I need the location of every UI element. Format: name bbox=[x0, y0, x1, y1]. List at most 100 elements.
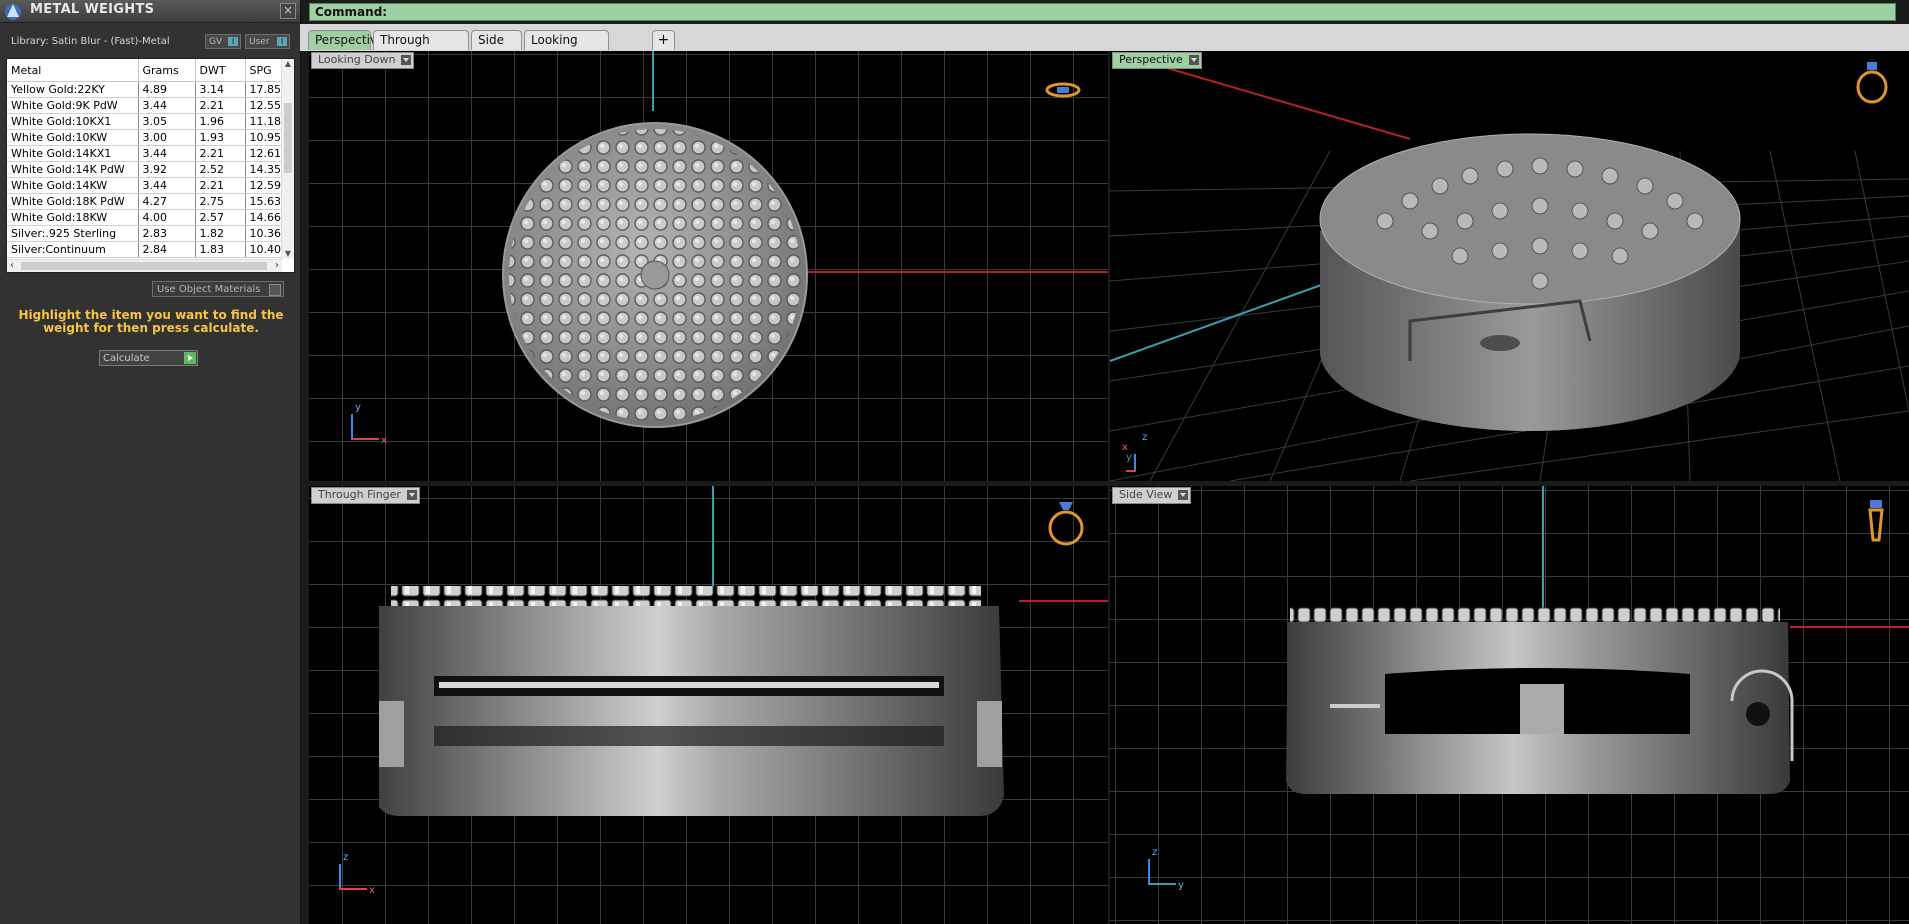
axis-triad-xy: yx bbox=[347, 402, 397, 446]
table-row[interactable]: Yellow Gold:22KY 4.89 3.14 17.85 bbox=[7, 81, 284, 98]
table-cell: White Gold:14K PdW bbox=[7, 161, 139, 178]
viewport-label-through-finger[interactable]: Through Finger bbox=[311, 487, 420, 504]
gv-label: GV bbox=[209, 37, 223, 47]
table-cell: 10.40 bbox=[245, 241, 284, 258]
chevron-down-icon[interactable] bbox=[406, 490, 417, 500]
table-cell: 3.44 bbox=[138, 145, 196, 162]
ring-orientation-icon bbox=[1048, 502, 1084, 546]
chevron-down-icon[interactable] bbox=[401, 55, 412, 65]
axis-triad-xz: zx bbox=[335, 852, 385, 896]
ring-front-view bbox=[379, 586, 1004, 816]
viewport-label-perspective[interactable]: Perspective bbox=[1112, 52, 1202, 69]
table-row[interactable]: White Gold:18KW 4.00 2.57 14.66 bbox=[7, 209, 284, 226]
table-cell: 3.05 bbox=[138, 113, 196, 130]
table-cell: 1.83 bbox=[195, 241, 246, 258]
scroll-thumb[interactable] bbox=[284, 103, 292, 173]
use-object-materials-label: Use Object Materials bbox=[157, 284, 261, 295]
column-header-grams[interactable]: Grams bbox=[138, 59, 196, 82]
viewport-label-side-view[interactable]: Side View bbox=[1112, 487, 1192, 504]
gv-indicator: I bbox=[228, 37, 238, 46]
column-header-spg[interactable]: SPG bbox=[245, 59, 284, 82]
viewport-looking-down[interactable]: yx Looking Down bbox=[309, 51, 1108, 481]
user-indicator: I bbox=[277, 37, 287, 46]
table-header-row: Metal Grams DWT SPG bbox=[7, 59, 284, 82]
table-cell: Yellow Gold:22KY bbox=[7, 81, 139, 98]
viewport-through-finger[interactable]: zx Through Finger bbox=[309, 486, 1108, 924]
viewport-label-text: Through Finger bbox=[318, 488, 401, 501]
hint-text: Highlight the item you want to find the … bbox=[18, 308, 284, 335]
column-header-dwt[interactable]: DWT bbox=[195, 59, 246, 82]
scroll-left-icon[interactable]: ‹ bbox=[7, 260, 17, 272]
scroll-up-icon[interactable]: ▲ bbox=[283, 59, 293, 69]
user-label: User bbox=[249, 37, 270, 47]
checkbox-icon[interactable] bbox=[269, 284, 281, 296]
table-cell: 2.21 bbox=[195, 97, 246, 114]
table-cell: White Gold:14KX1 bbox=[7, 145, 139, 162]
table-cell: 3.14 bbox=[195, 81, 246, 98]
table-cell: White Gold:10KW bbox=[7, 129, 139, 146]
table-cell: 4.27 bbox=[138, 193, 196, 210]
table-cell: White Gold:14KW bbox=[7, 177, 139, 194]
gv-toggle-button[interactable]: GV I bbox=[205, 34, 241, 49]
table-cell: 1.82 bbox=[195, 225, 246, 242]
axis-triad-yz: zy bbox=[1144, 847, 1204, 891]
calculate-button[interactable]: Calculate bbox=[99, 350, 198, 366]
tab-looking-down[interactable]: Looking Down bbox=[524, 30, 609, 66]
column-header-metal[interactable]: Metal bbox=[7, 59, 139, 82]
table-cell: 3.92 bbox=[138, 161, 196, 178]
viewport-side-view[interactable]: zy Side View bbox=[1110, 486, 1909, 924]
viewport-perspective[interactable]: z x y Perspective bbox=[1110, 51, 1909, 481]
table-row[interactable]: White Gold:9K PdW 3.44 2.21 12.55 bbox=[7, 97, 284, 114]
table-cell: White Gold:18KW bbox=[7, 209, 139, 226]
z-axis-line bbox=[712, 486, 714, 586]
table-cell: 15.63 bbox=[245, 193, 284, 210]
panel-title: METAL WEIGHTS bbox=[30, 2, 155, 17]
use-object-materials-checkbox[interactable]: Use Object Materials bbox=[152, 281, 284, 297]
table-cell: 1.96 bbox=[195, 113, 246, 130]
scroll-right-icon[interactable]: › bbox=[272, 260, 282, 272]
chevron-down-icon[interactable] bbox=[1188, 55, 1199, 65]
tab-perspective[interactable]: Perspective bbox=[308, 30, 385, 50]
table-cell: Silver:.925 Sterling bbox=[7, 225, 139, 242]
table-cell: 3.44 bbox=[138, 177, 196, 194]
table-cell: 3.44 bbox=[138, 97, 196, 114]
close-icon[interactable]: × bbox=[280, 3, 296, 19]
metal-table[interactable]: Metal Grams DWT SPG Yellow Gold:22KY 4.89 3.1… bbox=[6, 58, 295, 273]
add-tab-icon[interactable]: + bbox=[652, 30, 675, 50]
command-bar[interactable]: Command: bbox=[309, 3, 1896, 21]
user-toggle-button[interactable]: User I bbox=[245, 34, 290, 49]
table-row[interactable]: White Gold:10KX1 3.05 1.96 11.18 bbox=[7, 113, 284, 130]
vertical-scrollbar[interactable]: ▲ ▼ bbox=[281, 59, 294, 259]
table-row[interactable]: White Gold:18K PdW 4.27 2.75 15.63 bbox=[7, 193, 284, 210]
table-cell: Silver:Continuum bbox=[7, 241, 139, 258]
table-cell: 10.36 bbox=[245, 225, 284, 242]
tab-through-finger[interactable]: Through Finger bbox=[373, 30, 469, 66]
table-cell: 2.84 bbox=[138, 241, 196, 258]
table-cell: 12.59 bbox=[245, 177, 284, 194]
table-cell: 1.93 bbox=[195, 129, 246, 146]
table-row[interactable]: White Gold:14KX1 3.44 2.21 12.61 bbox=[7, 145, 284, 162]
library-label: Library: Satin Blur - (Fast)-Metal bbox=[11, 36, 170, 47]
chevron-down-icon[interactable] bbox=[1178, 490, 1189, 500]
play-icon bbox=[184, 352, 196, 364]
tab-side-view[interactable]: Side View bbox=[471, 30, 522, 66]
table-row[interactable]: Silver:.925 Sterling 2.83 1.82 10.36 bbox=[7, 225, 284, 242]
scroll-down-icon[interactable]: ▼ bbox=[283, 249, 293, 259]
panel-titlebar: METAL WEIGHTS × bbox=[0, 0, 300, 23]
table-cell: 12.55 bbox=[245, 97, 284, 114]
viewport-label-text: Side View bbox=[1119, 488, 1173, 501]
table-row[interactable]: White Gold:14K PdW 3.92 2.52 14.35 bbox=[7, 161, 284, 178]
hscroll-thumb[interactable] bbox=[21, 262, 267, 270]
viewport-label-looking-down[interactable]: Looking Down bbox=[311, 52, 415, 69]
table-body: Yellow Gold:22KY 4.89 3.14 17.85 White Gold:… bbox=[7, 81, 284, 258]
axis-triad-xyz: z x y bbox=[1122, 432, 1172, 481]
table-cell: 14.66 bbox=[245, 209, 284, 226]
table-cell: 2.21 bbox=[195, 177, 246, 194]
table-row[interactable]: White Gold:10KW 3.00 1.93 10.95 bbox=[7, 129, 284, 146]
table-cell: White Gold:9K PdW bbox=[7, 97, 139, 114]
horizontal-scrollbar[interactable]: ‹ › bbox=[7, 259, 282, 272]
viewport-label-text: Perspective bbox=[1119, 53, 1183, 66]
table-cell: 14.35 bbox=[245, 161, 284, 178]
table-row[interactable]: Silver:Continuum 2.84 1.83 10.40 bbox=[7, 241, 284, 258]
table-row[interactable]: White Gold:14KW 3.44 2.21 12.59 bbox=[7, 177, 284, 194]
